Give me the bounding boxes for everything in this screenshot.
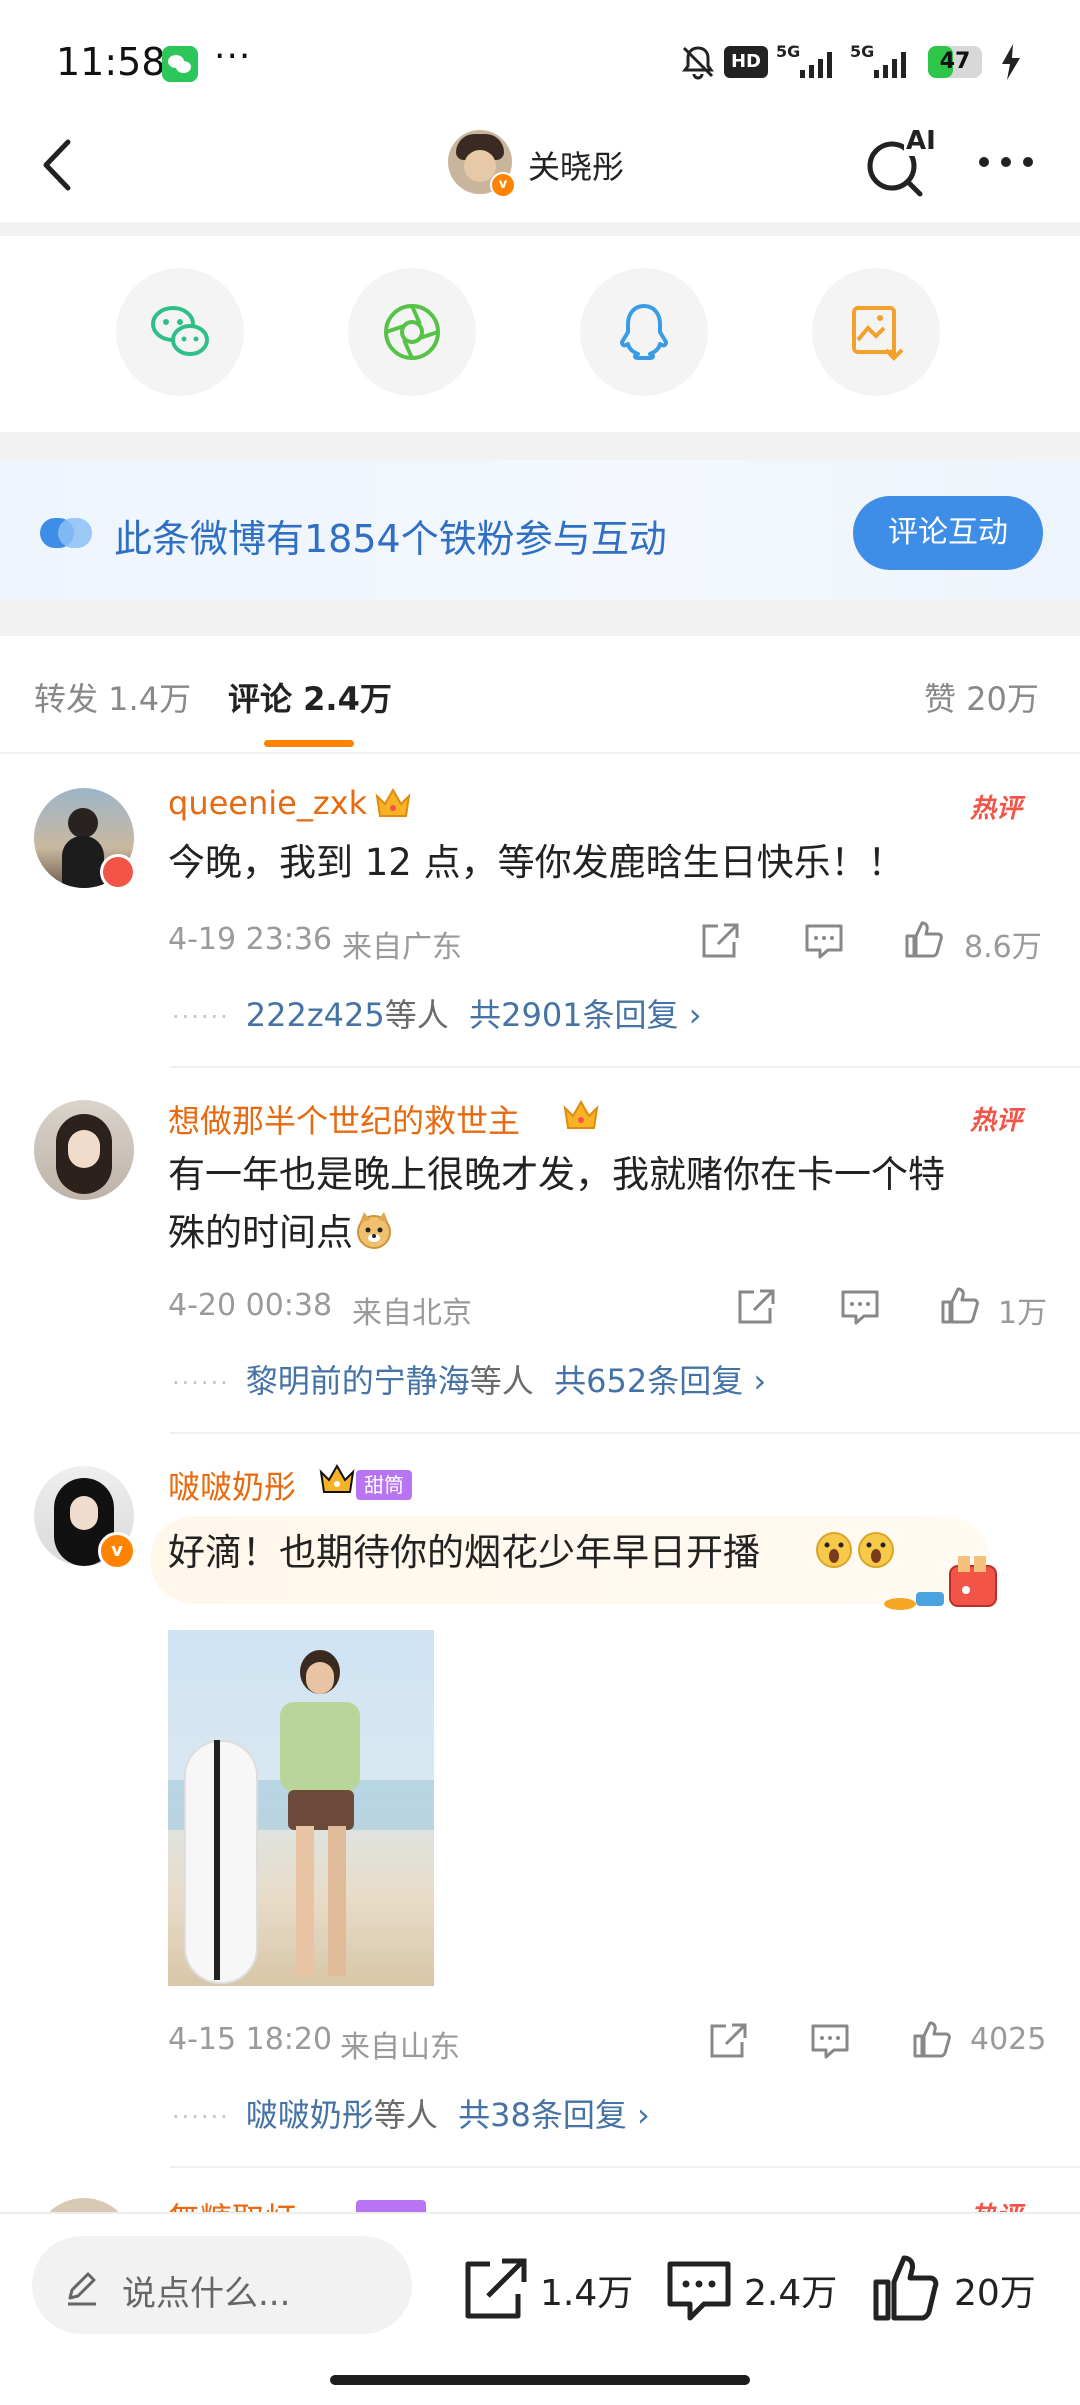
comment-location: 来自广东 (342, 930, 462, 965)
comment-like-count: 1万 (998, 1296, 1048, 1331)
share-comment-icon[interactable] (708, 2022, 748, 2060)
reply-comment-icon[interactable] (804, 922, 844, 960)
comment-text[interactable]: 好滴！也期待你的烟花少年早日开播 (168, 1524, 760, 1582)
comment-divider (170, 2166, 1080, 2168)
tab-like[interactable]: 赞 20万 (924, 674, 1039, 720)
charging-icon (1002, 44, 1020, 80)
verified-badge-icon: v (98, 1532, 136, 1570)
verified-badge-icon: v (490, 172, 516, 198)
like-count[interactable]: 20万 (954, 2264, 1036, 2316)
member-badge-icon (100, 854, 136, 890)
tabs-divider (0, 752, 1080, 754)
reply-summary[interactable]: ······ 啵啵奶彤等人 共38条回复 › (172, 2090, 650, 2136)
share-moments-button[interactable] (348, 268, 476, 396)
share-wechat-button[interactable] (116, 268, 244, 396)
comment-location: 来自北京 (352, 1296, 472, 1331)
banner-text: 此条微博有1854个铁粉参与互动 (114, 517, 667, 561)
crown-icon (375, 787, 411, 817)
reply-summary[interactable]: ······ 222z425等人 共2901条回复 › (172, 990, 702, 1036)
hot-comment-tag: 热评 (970, 794, 1023, 824)
crown-icon (563, 1099, 599, 1129)
comment-text-line2[interactable]: 殊的时间点 (168, 1204, 353, 1262)
active-tab-indicator (264, 740, 354, 747)
share-divider (0, 432, 1080, 460)
comment-time: 4-15 18:20 (168, 2022, 333, 2057)
share-qq-button[interactable] (580, 268, 708, 396)
wechat-icon (151, 306, 209, 356)
commenter-name[interactable]: 啵啵奶彤 (168, 1462, 296, 1508)
like-button[interactable] (872, 2254, 942, 2322)
comment-time: 4-19 23:36 (168, 922, 333, 957)
hot-comment-tag: 热评 (970, 1106, 1023, 1136)
comment-interact-button[interactable]: 评论互动 (853, 496, 1043, 570)
hd-voice-badge: HD (724, 46, 768, 78)
battery-level: 47 (939, 49, 971, 74)
comment-location: 来自山东 (340, 2030, 460, 2065)
comment-text-line1[interactable]: 有一年也是晚上很晚才发，我就赌你在卡一个特 (168, 1146, 945, 1204)
comment-time: 4-20 00:38 (168, 1288, 333, 1323)
fan-badge (356, 2200, 426, 2212)
like-comment-icon[interactable] (940, 1286, 980, 1324)
save-image-icon (852, 306, 904, 361)
like-comment-icon[interactable] (912, 2020, 952, 2058)
reply-summary[interactable]: ······ 黎明前的宁静海等人 共652条回复 › (172, 1356, 766, 1402)
pencil-icon (68, 2272, 96, 2306)
commenter-avatar[interactable] (34, 1100, 134, 1200)
share-comment-icon[interactable] (700, 922, 740, 960)
comment-like-count: 4025 (970, 2022, 1047, 2057)
commenter-name[interactable]: 無糖取灯 (168, 2194, 296, 2212)
hot-comment-tag: 热评 (970, 2196, 1022, 2212)
tab-comment[interactable]: 评论 2.4万 (228, 674, 392, 720)
bell-muted-icon (682, 46, 714, 80)
signal-5g-icon-2: 5G (850, 42, 910, 80)
more-options-button[interactable] (974, 134, 1038, 190)
repost-count[interactable]: 1.4万 (540, 2264, 633, 2316)
comment-image[interactable] (168, 1630, 434, 1986)
banner-divider (0, 600, 1080, 636)
moments-icon (384, 304, 440, 360)
status-more-indicator: ··· (214, 36, 252, 77)
toaster-decoration-icon (884, 1556, 997, 1610)
qq-icon (620, 304, 668, 360)
crown-icon (319, 1463, 355, 1493)
fan-badge: 甜筒 (356, 1470, 412, 1500)
reply-comment-icon[interactable] (810, 2022, 850, 2060)
save-image-button[interactable] (812, 268, 940, 396)
repost-button[interactable] (460, 2258, 530, 2322)
tab-repost[interactable]: 转发 1.4万 (34, 674, 191, 720)
commenter-name[interactable]: queenie_zxk (168, 784, 367, 822)
battery-indicator: 47 (928, 46, 982, 78)
home-indicator[interactable] (330, 2375, 750, 2385)
header-divider (0, 222, 1080, 236)
comment-partial[interactable]: 無糖取灯 热评 (0, 2176, 1080, 2212)
fans-icon (40, 518, 92, 548)
doge-emoji-icon (357, 1212, 391, 1249)
comment-count[interactable]: 2.4万 (744, 2264, 837, 2316)
comment-divider (170, 1066, 1080, 1068)
page-title[interactable]: 关晓彤 (528, 142, 624, 188)
reply-comment-icon[interactable] (840, 1288, 880, 1326)
status-time: 11:58 (56, 40, 166, 84)
back-button[interactable] (30, 130, 90, 200)
ai-search-button[interactable]: AI (860, 126, 938, 200)
commenter-avatar[interactable] (34, 2198, 134, 2212)
comment-text[interactable]: 今晚，我到 12 点，等你发鹿晗生日快乐！！ (168, 834, 905, 892)
share-comment-icon[interactable] (736, 1288, 776, 1326)
like-comment-icon[interactable] (904, 920, 944, 958)
signal-5g-icon: 5G (776, 42, 836, 80)
commenter-name[interactable]: 想做那半个世纪的救世主 (168, 1096, 520, 1142)
wechat-notification-icon (162, 46, 198, 82)
comment-button[interactable] (664, 2258, 734, 2324)
comment-input-placeholder[interactable]: 说点什么... (122, 2266, 290, 2315)
comment-like-count: 8.6万 (964, 930, 1042, 965)
comment-divider (170, 1432, 1080, 1434)
